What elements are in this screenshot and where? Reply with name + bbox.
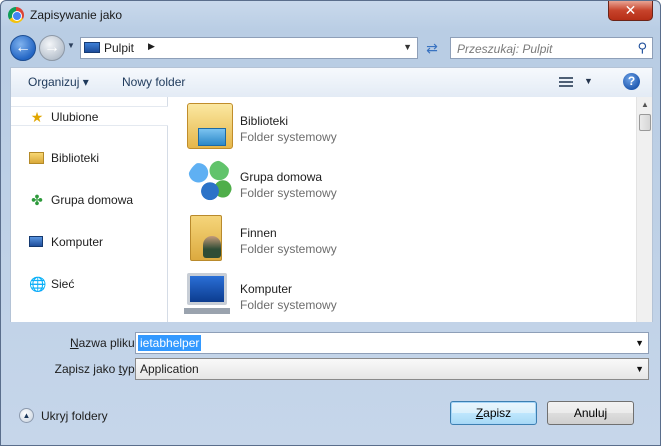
view-dropdown-icon[interactable]: ▼ bbox=[584, 76, 593, 86]
vertical-scrollbar[interactable]: ▲ bbox=[636, 97, 653, 322]
hide-folders-label[interactable]: Ukryj foldery bbox=[41, 409, 108, 423]
homegroup-icon: ✤ bbox=[31, 192, 43, 208]
filetype-row: Zapisz jako typ: Application ▼ bbox=[10, 358, 653, 380]
libraries-icon bbox=[29, 152, 44, 164]
cancel-button[interactable]: Anuluj bbox=[547, 401, 634, 425]
filetype-value: Application bbox=[140, 362, 199, 376]
new-folder-button[interactable]: Nowy folder bbox=[122, 75, 185, 89]
file-type: Folder systemowy bbox=[240, 186, 337, 200]
save-form: Nazwa pliku: ietabhelper ▼ Zapisz jako t… bbox=[10, 322, 653, 380]
filename-label: Nazwa pliku: bbox=[69, 336, 138, 350]
help-icon[interactable]: ? bbox=[623, 73, 640, 90]
file-name: Finnen bbox=[240, 226, 277, 240]
file-list: Biblioteki Folder systemowy Grupa domowa… bbox=[168, 97, 636, 322]
dialog-footer: ▲ Ukryj foldery Zapisz Anuluj bbox=[10, 389, 653, 439]
list-item[interactable]: Grupa domowa Folder systemowy bbox=[168, 153, 636, 209]
sidebar-item-label: Grupa domowa bbox=[51, 193, 134, 207]
forward-button[interactable]: → bbox=[39, 35, 65, 61]
save-button[interactable]: Zapisz bbox=[450, 401, 537, 425]
filename-row: Nazwa pliku: ietabhelper ▼ bbox=[10, 332, 653, 354]
sidebar-item-label: Sieć bbox=[51, 277, 75, 291]
filetype-select[interactable]: Application ▼ bbox=[135, 358, 649, 380]
file-type: Folder systemowy bbox=[240, 130, 337, 144]
sidebar-item-homegroup[interactable]: ✤ Grupa domowa bbox=[11, 190, 168, 210]
sidebar-item-label: Biblioteki bbox=[51, 151, 100, 165]
command-bar: Organizuj ▾ Nowy folder ▼ ? bbox=[10, 67, 653, 97]
chevron-down-icon[interactable]: ▼ bbox=[635, 338, 644, 348]
navigation-pane: ★ Ulubione Biblioteki ✤ Grupa domowa Kom… bbox=[10, 97, 168, 322]
address-dropdown-icon[interactable]: ▼ bbox=[403, 42, 412, 52]
search-icon[interactable]: ⚲ bbox=[637, 40, 647, 56]
file-name: Biblioteki bbox=[240, 114, 289, 128]
save-as-dialog: Zapisywanie jako ✕ ← → ▼ Pulpit ▶ ▼ ⇄ ⚲ … bbox=[0, 0, 661, 446]
sidebar-item-label: Ulubione bbox=[51, 110, 99, 124]
filename-value[interactable]: ietabhelper bbox=[138, 335, 202, 351]
address-bar[interactable]: Pulpit ▶ ▼ bbox=[80, 37, 418, 59]
libraries-folder-icon bbox=[187, 103, 233, 149]
breadcrumb-pulpit[interactable]: Pulpit bbox=[104, 41, 134, 55]
search-box[interactable]: ⚲ bbox=[450, 37, 653, 59]
computer-icon bbox=[184, 273, 230, 314]
sidebar-item-libraries[interactable]: Biblioteki bbox=[11, 148, 168, 168]
title-bar: Zapisywanie jako ✕ bbox=[1, 1, 660, 31]
filename-field[interactable]: ietabhelper ▼ bbox=[135, 332, 649, 354]
scroll-up-icon[interactable]: ▲ bbox=[637, 97, 653, 113]
scrollbar-thumb[interactable] bbox=[639, 114, 651, 131]
close-button[interactable]: ✕ bbox=[608, 1, 653, 21]
filetype-label: Zapisz jako typ: bbox=[54, 362, 138, 376]
view-options-icon[interactable] bbox=[559, 75, 573, 88]
breadcrumb-chevron-icon[interactable]: ▶ bbox=[148, 41, 155, 52]
sidebar-item-favorites[interactable]: ★ Ulubione bbox=[11, 106, 168, 126]
list-item[interactable]: Biblioteki Folder systemowy bbox=[168, 97, 636, 153]
sidebar-item-label: Komputer bbox=[51, 235, 104, 249]
back-button[interactable]: ← bbox=[10, 35, 36, 61]
refresh-icon[interactable]: ⇄ bbox=[421, 37, 443, 59]
user-folder-icon bbox=[190, 215, 222, 261]
homegroup-icon bbox=[187, 159, 233, 205]
file-type: Folder systemowy bbox=[240, 242, 337, 256]
network-icon: 🌐 bbox=[29, 276, 47, 292]
computer-icon bbox=[29, 236, 43, 247]
file-name: Grupa domowa bbox=[240, 170, 323, 184]
organize-menu-button[interactable]: Organizuj ▾ bbox=[28, 75, 89, 89]
chevron-down-icon[interactable]: ▼ bbox=[635, 364, 644, 374]
sidebar-item-computer[interactable]: Komputer bbox=[11, 232, 168, 252]
collapse-arrow-icon[interactable]: ▲ bbox=[19, 408, 34, 423]
desktop-icon bbox=[84, 42, 100, 53]
navigation-bar: ← → ▼ Pulpit ▶ ▼ ⇄ ⚲ bbox=[1, 32, 660, 62]
recent-locations-icon[interactable]: ▼ bbox=[67, 41, 75, 50]
chrome-icon bbox=[8, 7, 24, 23]
window-title: Zapisywanie jako bbox=[30, 8, 123, 22]
file-name: Komputer bbox=[240, 282, 293, 296]
search-input[interactable] bbox=[457, 41, 627, 56]
list-item[interactable]: Finnen Folder systemowy bbox=[168, 209, 636, 265]
sidebar-item-network[interactable]: 🌐 Sieć bbox=[11, 274, 168, 294]
star-icon: ★ bbox=[30, 109, 44, 125]
file-type: Folder systemowy bbox=[240, 298, 337, 312]
list-item[interactable]: Komputer Folder systemowy bbox=[168, 265, 636, 321]
